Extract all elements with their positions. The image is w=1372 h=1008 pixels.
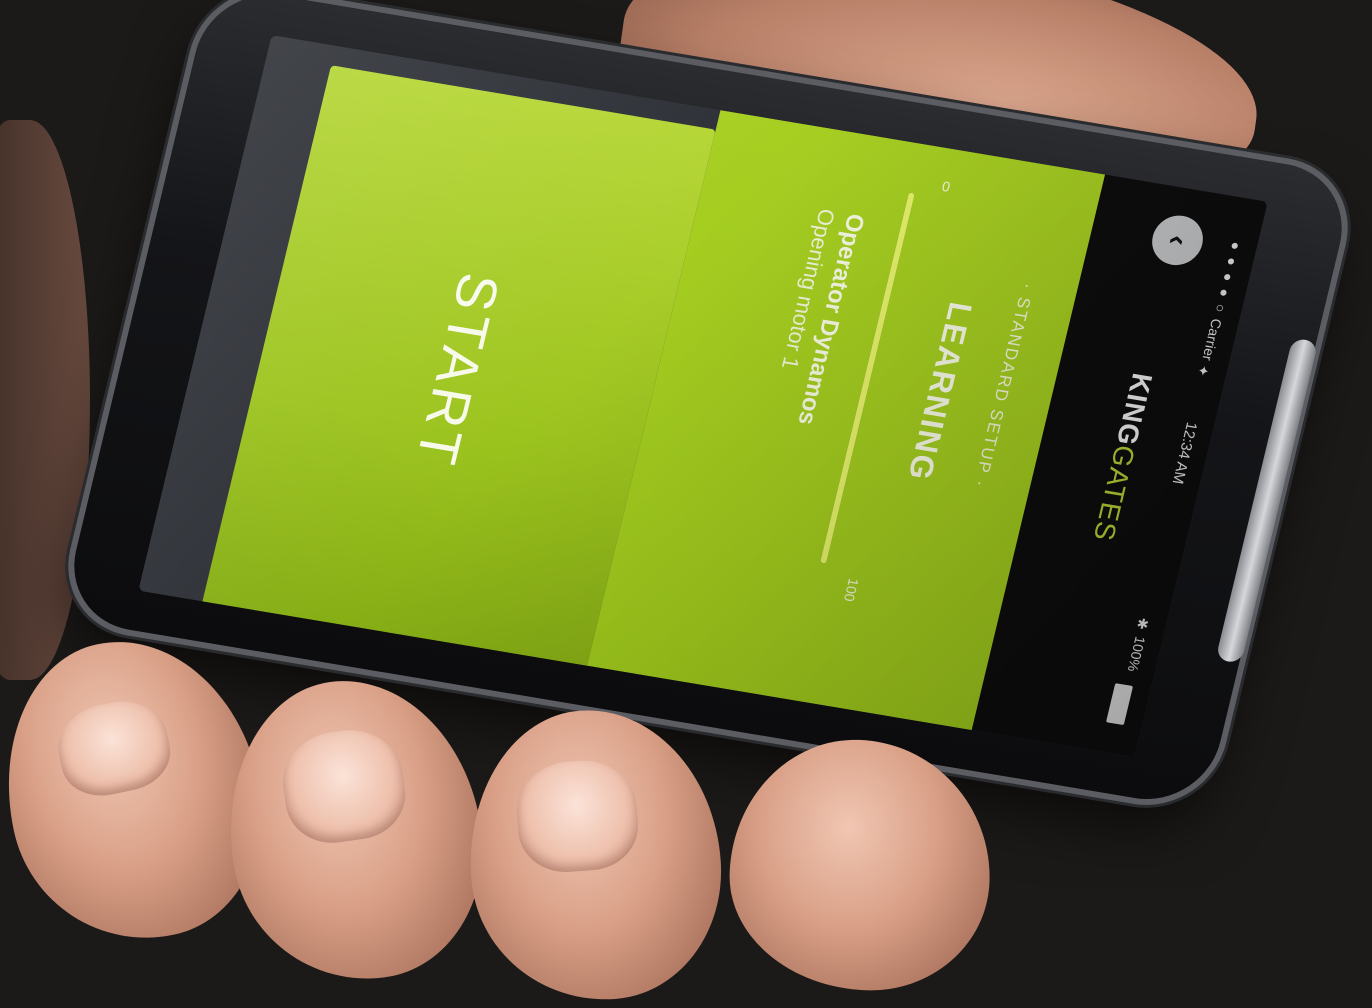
status-time: 12:34 AM	[1168, 420, 1201, 486]
finger-2	[210, 664, 500, 996]
brand-gates: GATES	[1087, 443, 1141, 544]
chevron-left-icon: ‹	[1160, 232, 1196, 249]
phone-speaker-grille	[1215, 337, 1319, 664]
app-screen: START · STANDARD SETUP · LEARNING Operat…	[138, 35, 1268, 758]
progress-min-label: 0	[940, 177, 952, 195]
fingernail-1	[50, 692, 178, 804]
brand-king: KING	[1110, 370, 1159, 449]
photo-scene: START · STANDARD SETUP · LEARNING Operat…	[0, 0, 1372, 1008]
setup-label: · STANDARD SETUP ·	[969, 281, 1038, 490]
finger-4	[725, 735, 995, 995]
progress-max-label: 100	[840, 577, 863, 603]
battery-icon	[1105, 683, 1134, 726]
back-button[interactable]: ‹	[1147, 211, 1209, 269]
carrier-signal: ●●●●○ Carrier ✦	[1194, 235, 1245, 382]
app-logo: KINGGATES	[1087, 370, 1159, 544]
fingernail-2	[276, 723, 411, 849]
hand-palm-left	[0, 120, 90, 680]
start-label: START	[403, 268, 513, 473]
finger-3	[460, 701, 730, 1008]
fingernail-3	[513, 757, 641, 876]
battery-percent: ✱ 100%	[1124, 615, 1154, 673]
setup-title: LEARNING	[900, 299, 980, 485]
